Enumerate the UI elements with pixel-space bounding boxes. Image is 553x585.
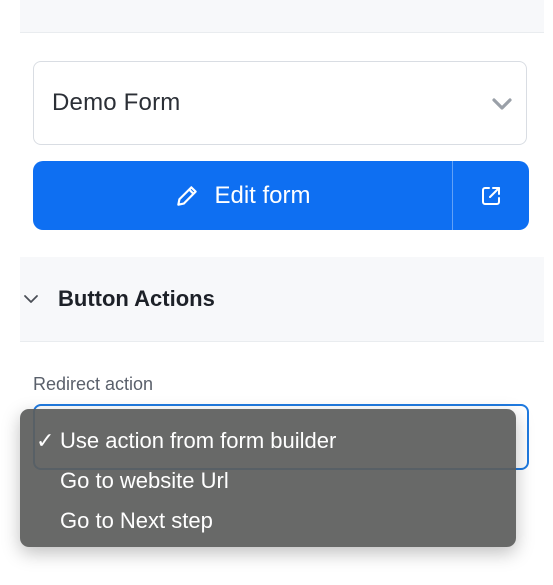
panel-top-strip	[20, 0, 544, 33]
redirect-action-dropdown-menu: ✓ Use action from form builder Go to web…	[20, 409, 516, 547]
form-select-value: Demo Form	[52, 89, 181, 116]
menu-item-label: Go to website Url	[60, 468, 229, 493]
menu-item-go-to-next-step[interactable]: Go to Next step	[20, 501, 516, 541]
edit-form-button[interactable]: Edit form	[33, 161, 452, 230]
edit-form-button-group: Edit form	[33, 161, 529, 230]
external-link-icon	[482, 186, 500, 205]
button-actions-section-header[interactable]: Button Actions	[20, 257, 544, 342]
redirect-action-label: Redirect action	[33, 374, 154, 394]
form-select[interactable]: Demo Form	[33, 61, 527, 145]
pencil-icon	[177, 185, 198, 206]
settings-panel: Demo Form Edit form Button Actions Redir…	[0, 0, 553, 585]
chevron-down-icon	[24, 295, 38, 303]
open-form-external-button[interactable]	[453, 161, 529, 230]
menu-item-label: Go to Next step	[60, 508, 213, 533]
section-title: Button Actions	[58, 286, 215, 311]
chevron-down-icon	[492, 98, 512, 110]
menu-item-label: Use action from form builder	[60, 428, 337, 453]
edit-form-label: Edit form	[214, 181, 311, 209]
menu-item-go-to-website-url[interactable]: Go to website Url	[20, 461, 516, 501]
menu-item-use-action-from-form-builder[interactable]: ✓ Use action from form builder	[20, 421, 516, 461]
checkmark-icon: ✓	[36, 428, 55, 453]
